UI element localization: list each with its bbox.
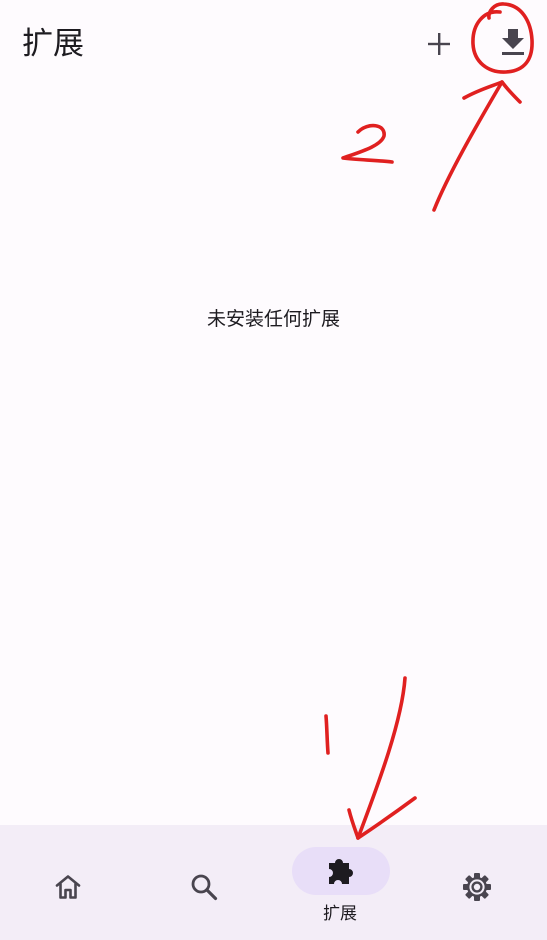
nav-item-home[interactable] [0, 825, 136, 940]
nav-label-extensions: 扩展 [323, 904, 357, 924]
puzzle-icon [329, 859, 353, 884]
nav-item-search[interactable] [136, 825, 272, 940]
nav-item-settings[interactable] [409, 825, 545, 940]
nav-item-extensions[interactable]: 扩展 [272, 825, 408, 940]
search-icon [191, 874, 218, 901]
download-button[interactable] [489, 18, 537, 66]
empty-state-message: 未安装任何扩展 [206, 308, 340, 330]
annotation-number-1 [324, 714, 330, 755]
page-title: 扩展 [22, 26, 84, 62]
plus-icon [428, 33, 450, 55]
home-icon [55, 875, 81, 899]
annotation-arrow-1 [356, 676, 407, 840]
download-icon [502, 29, 524, 55]
top-app-bar: 扩展 [0, 0, 547, 92]
hand-drawn-annotations [324, 2, 534, 840]
gear-icon [463, 873, 491, 901]
add-button[interactable] [415, 20, 463, 68]
annotation-arrow-2 [432, 80, 504, 212]
annotation-number-2 [341, 123, 394, 164]
bottom-navigation: 扩展 [0, 825, 547, 940]
